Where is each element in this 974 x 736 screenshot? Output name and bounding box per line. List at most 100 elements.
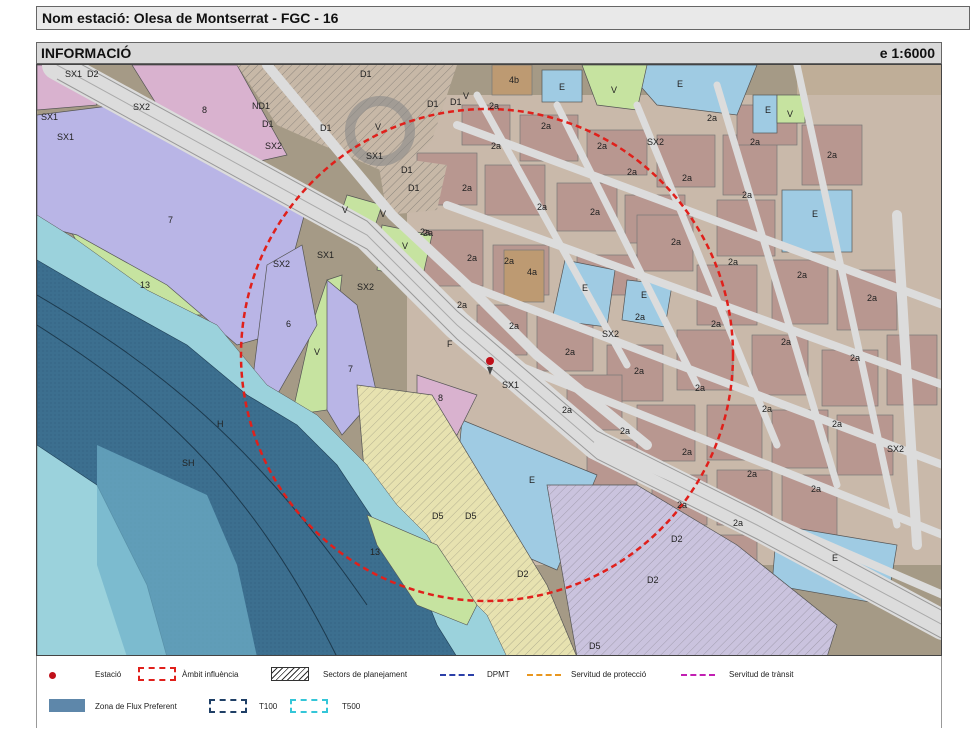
- label: SX2: [273, 259, 290, 269]
- label: SX1: [502, 380, 519, 390]
- label: E: [559, 82, 565, 92]
- map-view[interactable]: SX1 D2 SX1 SX1 SX2 8 ND1 D1 SX2 D1 D1 D1…: [36, 64, 942, 656]
- label: D5: [432, 511, 444, 521]
- label: 2a: [634, 366, 644, 376]
- block-2a: [586, 129, 648, 176]
- label: 2a: [537, 202, 547, 212]
- label: D2: [517, 569, 529, 579]
- label: 2a: [590, 207, 600, 217]
- label: 2a: [742, 190, 752, 200]
- zoning-map: SX1 D2 SX1 SX1 SX2 8 ND1 D1 SX2 D1 D1 D1…: [37, 65, 941, 655]
- label: 2a: [562, 405, 572, 415]
- label: V: [787, 109, 793, 119]
- legend-t100: T100: [259, 702, 278, 711]
- info-header: INFORMACIÓ e 1:6000: [36, 42, 942, 64]
- label: D2: [647, 575, 659, 585]
- t100-legend-icon: [209, 699, 247, 713]
- label: 7: [348, 364, 353, 374]
- label: 2a: [762, 404, 772, 414]
- label: 4b: [509, 75, 519, 85]
- label: 2a: [467, 253, 477, 263]
- label: V: [314, 347, 320, 357]
- label: 13: [140, 280, 150, 290]
- label: SX1: [317, 250, 334, 260]
- label: 2a: [677, 500, 687, 510]
- label: 2a: [504, 256, 514, 266]
- label: E: [641, 290, 647, 300]
- label: 2a: [797, 270, 807, 280]
- label: 2a: [682, 173, 692, 183]
- legend-flux: Zona de Flux Preferent: [95, 702, 177, 711]
- label: SX1: [65, 69, 82, 79]
- label: E: [677, 79, 683, 89]
- label: E: [832, 553, 838, 563]
- legend-t500: T500: [342, 702, 361, 711]
- label: SX2: [602, 329, 619, 339]
- legend-protection: Servitud de protecció: [571, 670, 647, 679]
- label: V: [380, 209, 386, 219]
- label: 2a: [750, 137, 760, 147]
- label: D1: [450, 97, 462, 107]
- label: 2a: [627, 167, 637, 177]
- label: 13: [370, 547, 380, 557]
- label: V: [402, 241, 408, 251]
- flux-legend-icon: [49, 699, 85, 712]
- map-legend: Estació Àmbit influència Sectors de plan…: [36, 656, 942, 728]
- label: 8: [438, 393, 443, 403]
- label: 2a: [811, 484, 821, 494]
- t500-legend-icon: [290, 699, 328, 713]
- label: D1: [401, 165, 413, 175]
- station-legend-icon: [49, 672, 56, 679]
- label: SX1: [57, 132, 74, 142]
- label: SX1: [366, 151, 383, 161]
- label: 2a: [867, 293, 877, 303]
- label: D1: [320, 123, 332, 133]
- label: 2a: [423, 228, 433, 238]
- label: 2a: [682, 447, 692, 457]
- label: SX2: [887, 444, 904, 454]
- label: 2a: [489, 101, 499, 111]
- dpmt-legend-icon: [440, 674, 474, 676]
- label: D1: [408, 183, 420, 193]
- label: D1: [262, 119, 274, 129]
- label: 6: [286, 319, 291, 329]
- sectors-legend-icon: [271, 667, 309, 681]
- transit-legend-icon: [681, 674, 715, 676]
- label: D1: [360, 69, 372, 79]
- label: 2a: [728, 257, 738, 267]
- label: 8: [202, 105, 207, 115]
- label: 2a: [827, 150, 837, 160]
- label: E: [582, 283, 588, 293]
- label: D2: [87, 69, 99, 79]
- label: 2a: [850, 353, 860, 363]
- influence-legend-icon: [138, 667, 176, 681]
- label: F: [447, 339, 453, 349]
- label: 2a: [597, 141, 607, 151]
- label: 2a: [462, 183, 472, 193]
- label: SX2: [647, 137, 664, 147]
- label: 2a: [620, 426, 630, 436]
- label: D1: [427, 99, 439, 109]
- label: 2a: [541, 121, 551, 131]
- label: 2a: [781, 337, 791, 347]
- label: 2a: [509, 321, 519, 331]
- station-title: Nom estació: Olesa de Montserrat - FGC -…: [42, 10, 339, 26]
- station-title-bar: Nom estació: Olesa de Montserrat - FGC -…: [36, 6, 970, 30]
- label: D5: [465, 511, 477, 521]
- label: 2a: [565, 347, 575, 357]
- label: 2a: [695, 383, 705, 393]
- zone-e: [781, 189, 853, 253]
- legend-station: Estació: [95, 670, 122, 679]
- label: 4a: [527, 267, 537, 277]
- station-marker: [486, 357, 494, 365]
- label: 7: [168, 215, 173, 225]
- label: 2a: [733, 518, 743, 528]
- label: ND1: [252, 101, 270, 111]
- label: E: [529, 475, 535, 485]
- legend-sectors: Sectors de planejament: [323, 670, 408, 679]
- label: 2a: [635, 312, 645, 322]
- label: V: [463, 91, 469, 101]
- label: D5: [589, 641, 601, 651]
- label: 2a: [832, 419, 842, 429]
- label: V: [375, 122, 381, 132]
